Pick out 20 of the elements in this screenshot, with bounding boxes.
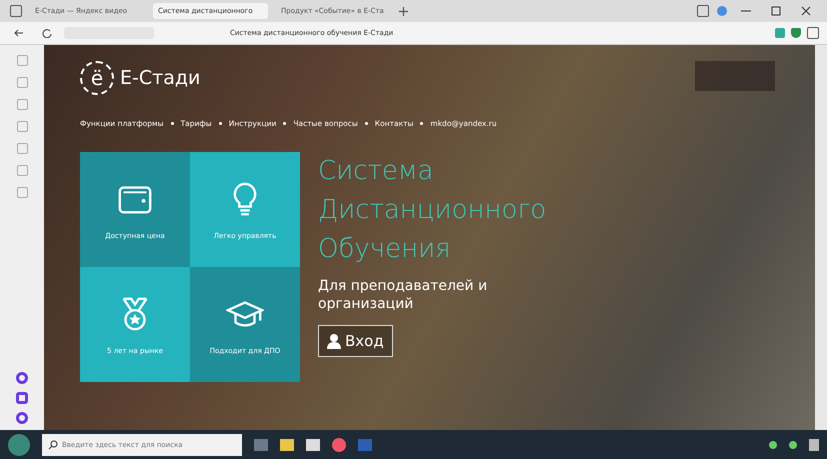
bullet-icon [283, 122, 286, 125]
scrollbar[interactable] [815, 45, 827, 430]
hero-heading: Обучения [318, 233, 452, 266]
bullet-icon [170, 122, 174, 125]
bullet-icon [218, 122, 222, 125]
logo-mark[interactable]: ё [80, 61, 114, 95]
login-button[interactable]: Вход [318, 325, 393, 357]
browser-icon[interactable] [332, 438, 346, 452]
user-icon [327, 333, 341, 349]
hero-heading: Дистанционного [318, 194, 546, 227]
search-icon [48, 440, 58, 450]
bullet-icon [420, 122, 424, 125]
hero-subtitle: Для преподавателей и организаций [318, 277, 488, 313]
tray-icon[interactable] [769, 440, 777, 448]
tray-icon[interactable] [789, 440, 797, 448]
bullet-icon [364, 122, 368, 125]
new-tab-icon[interactable] [399, 6, 408, 16]
logo-text[interactable]: Е-Стади [120, 67, 200, 89]
hero-heading: Система [318, 155, 434, 188]
shield-icon[interactable] [791, 28, 801, 38]
